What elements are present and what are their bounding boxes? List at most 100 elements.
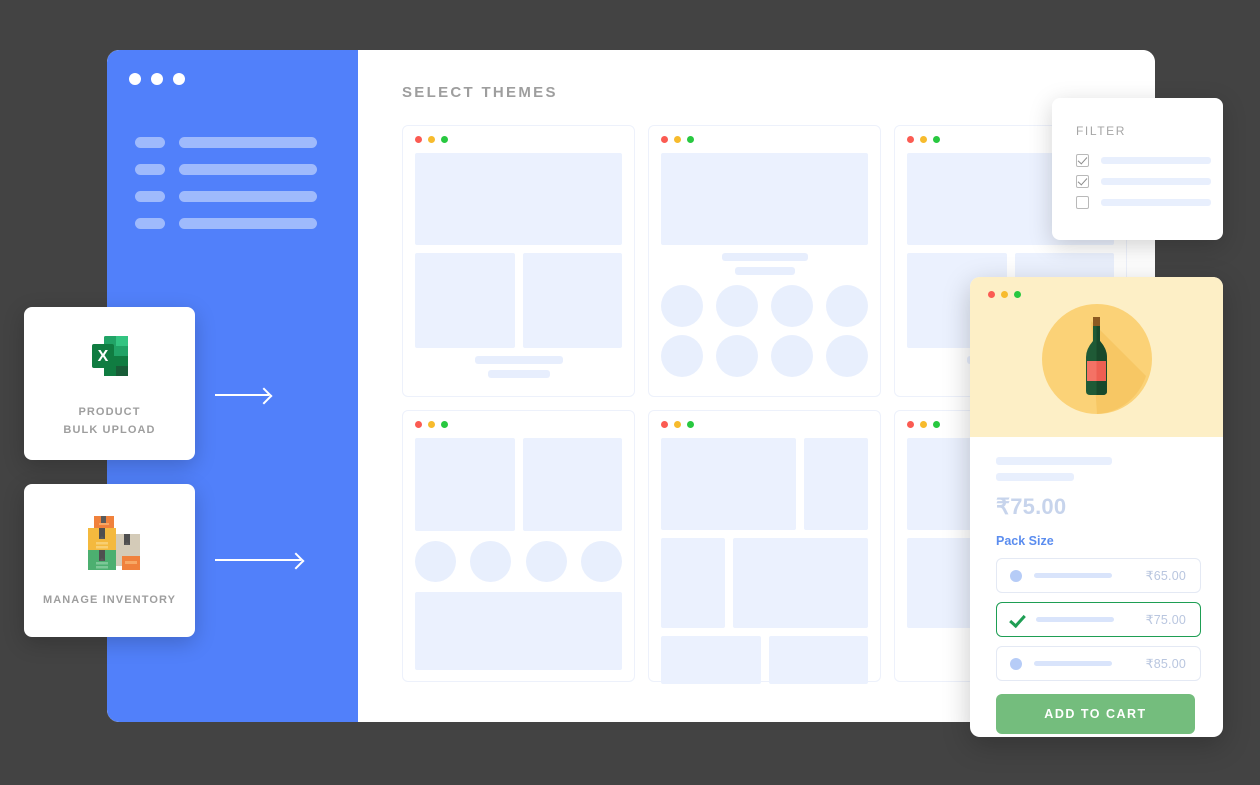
sidebar-nav	[107, 137, 358, 229]
card-label: MANAGE INVENTORY	[43, 591, 176, 609]
preview-circle	[580, 541, 622, 582]
product-price: ₹75.00	[996, 494, 1067, 519]
dot-red-icon	[907, 136, 914, 143]
card-label-line-1: PRODUCT	[78, 406, 141, 418]
dot-red-icon[interactable]	[988, 291, 995, 298]
checkbox-checked-icon[interactable]	[1076, 154, 1089, 167]
pack-option-85[interactable]: ₹85.00	[996, 646, 1201, 681]
window-dot-1[interactable]	[129, 73, 141, 85]
sidebar-item-1[interactable]	[135, 137, 358, 148]
card-product-bulk-upload[interactable]: X PRODUCT BULK UPLOAD	[24, 307, 195, 460]
preview-block	[768, 636, 868, 684]
pack-label-placeholder	[1034, 661, 1112, 666]
radio-unselected-icon[interactable]	[1010, 657, 1022, 670]
preview-circle	[826, 335, 868, 377]
preview-split-row	[415, 253, 622, 348]
checkbox-unchecked-icon[interactable]	[1076, 196, 1089, 209]
sidebar-item-2[interactable]	[135, 164, 358, 175]
checkbox-checked-icon[interactable]	[1076, 175, 1089, 188]
dot-green-icon	[933, 421, 940, 428]
theme-preview	[661, 153, 868, 377]
dot-yellow-icon	[674, 421, 681, 428]
dot-red-icon	[415, 136, 422, 143]
card-window-dots	[661, 136, 868, 143]
dot-green-icon[interactable]	[1014, 291, 1021, 298]
product-subtitle-placeholder	[996, 473, 1074, 481]
preview-block	[661, 438, 796, 530]
nav-icon-placeholder	[135, 137, 165, 148]
filter-option-1[interactable]	[1076, 154, 1223, 167]
filter-label-placeholder	[1101, 199, 1211, 206]
card-manage-inventory[interactable]: MANAGE INVENTORY	[24, 484, 195, 637]
dot-yellow-icon	[920, 421, 927, 428]
dot-yellow-icon	[428, 136, 435, 143]
window-dot-3[interactable]	[173, 73, 185, 85]
preview-circle-row	[661, 285, 868, 327]
theme-card-5[interactable]	[648, 410, 881, 684]
window-dot-2[interactable]	[151, 73, 163, 85]
preview-circle	[771, 335, 813, 377]
theme-preview	[415, 153, 622, 378]
radio-unselected-icon[interactable]	[1010, 569, 1022, 582]
product-detail-panel: ₹75.00 Pack Size ₹65.00 ₹75.00 ₹85.00 AD…	[970, 277, 1223, 737]
card-window-dots	[661, 421, 868, 428]
card-label-line-2: BULK UPLOAD	[63, 424, 156, 436]
preview-circle	[716, 335, 758, 377]
window-controls	[107, 50, 358, 85]
product-hero	[970, 277, 1223, 437]
preview-text-lines	[661, 253, 868, 275]
preview-circle	[716, 285, 758, 327]
preview-text-line	[474, 356, 563, 364]
dot-yellow-icon[interactable]	[1001, 291, 1008, 298]
nav-icon-placeholder	[135, 164, 165, 175]
preview-circle	[661, 335, 703, 377]
sidebar-item-3[interactable]	[135, 191, 358, 202]
filter-option-2[interactable]	[1076, 175, 1223, 188]
wine-bottle-icon	[1041, 303, 1153, 420]
dot-yellow-icon	[920, 136, 927, 143]
filter-label-placeholder	[1101, 157, 1211, 164]
dot-red-icon	[907, 421, 914, 428]
theme-card-1[interactable]	[402, 125, 635, 397]
preview-block	[733, 538, 868, 628]
pack-option-price: ₹75.00	[1145, 613, 1186, 627]
preview-circle	[470, 541, 512, 582]
arrow-right-icon	[215, 394, 269, 396]
dot-green-icon	[441, 421, 448, 428]
preview-text-line	[721, 253, 808, 261]
sidebar-item-4[interactable]	[135, 218, 358, 229]
dot-red-icon	[661, 421, 668, 428]
theme-preview	[415, 438, 622, 670]
dot-green-icon	[933, 136, 940, 143]
card-window-dots	[415, 136, 622, 143]
excel-file-icon: X	[82, 328, 138, 389]
nav-label-placeholder	[179, 137, 317, 148]
filter-option-3[interactable]	[1076, 196, 1223, 209]
card-window-dots	[415, 421, 622, 428]
preview-split-row	[661, 438, 868, 530]
pack-option-65[interactable]: ₹65.00	[996, 558, 1201, 593]
nav-label-placeholder	[179, 218, 317, 229]
filter-title: FILTER	[1076, 124, 1127, 138]
preview-block	[522, 438, 622, 531]
pack-option-price: ₹85.00	[1145, 657, 1186, 671]
dot-green-icon	[687, 421, 694, 428]
product-body: ₹75.00 Pack Size ₹65.00 ₹75.00 ₹85.00 AD…	[970, 437, 1223, 734]
pack-option-75[interactable]: ₹75.00	[996, 602, 1201, 637]
preview-text-lines	[415, 356, 622, 378]
svg-text:X: X	[97, 348, 108, 365]
preview-block	[522, 253, 622, 348]
theme-card-4[interactable]	[402, 410, 635, 682]
nav-label-placeholder	[179, 164, 317, 175]
preview-block	[415, 592, 622, 670]
pack-size-label: Pack Size	[996, 534, 1054, 548]
preview-circle	[661, 285, 703, 327]
add-to-cart-button[interactable]: ADD TO CART	[996, 694, 1195, 734]
filter-panel: FILTER	[1052, 98, 1223, 240]
theme-card-2[interactable]	[648, 125, 881, 397]
preview-split-row	[661, 538, 868, 628]
dot-yellow-icon	[428, 421, 435, 428]
theme-preview	[661, 438, 868, 684]
preview-split-row	[415, 438, 622, 531]
preview-split-row	[661, 636, 868, 684]
